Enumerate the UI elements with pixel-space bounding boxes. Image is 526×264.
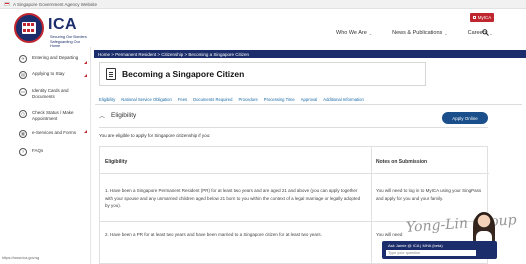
chat-input[interactable]: Type your question <box>386 250 476 256</box>
sidebar-item-label: e-Services and Forms <box>32 130 77 135</box>
chevron-down-icon: ⌄ <box>368 30 373 36</box>
eligibility-accordion-header[interactable]: ︿ Eligibility <box>99 111 136 120</box>
chevron-down-icon: ⌄ <box>489 30 493 36</box>
chat-agent-name: Ask Jamie @ ICA | MHA (beta) <box>388 243 443 248</box>
chat-avatar[interactable] <box>473 212 495 242</box>
table-row-1-eligibility: 1. Have been a Singapore Permanent Resid… <box>105 188 361 208</box>
tab-documents-required[interactable]: Documents Required <box>193 97 232 102</box>
flag-marker-icon <box>84 130 87 133</box>
eligibility-intro: You are eligible to apply for Singapore … <box>99 133 211 138</box>
tab-procedure[interactable]: Procedure <box>238 97 257 102</box>
clock-icon: ◷ <box>19 110 27 118</box>
sidebar-item-label: Identity Cards and Documents <box>32 88 69 99</box>
search-icon[interactable] <box>482 29 489 36</box>
id-card-icon: ▭ <box>19 88 27 96</box>
breadcrumb-text[interactable]: Home > Permanent Resident > Citizenship … <box>98 52 249 57</box>
tab-additional-information[interactable]: Additional Information <box>323 97 364 102</box>
sidebar-item-check-status[interactable]: ◷ Check Status / Make Appointment <box>0 110 82 121</box>
tab-approval[interactable]: Approval <box>301 97 318 102</box>
apply-online-button[interactable]: Apply Online <box>442 112 488 124</box>
tabs-divider <box>95 104 522 105</box>
nav-who-we-are-label: Who We Are <box>336 30 367 36</box>
sidebar-item-label: Applying to Stay <box>32 71 65 76</box>
sidebar-item-identity-cards[interactable]: ▭ Identity Cards and Documents <box>0 88 80 99</box>
column-header-eligibility: Eligibility <box>105 159 128 165</box>
myica-button[interactable]: MyICA <box>470 13 494 22</box>
form-icon: ▦ <box>19 130 27 138</box>
table-row-2-eligibility: 2. Have been a PR for at least two years… <box>105 232 322 237</box>
header-row-divider <box>100 173 489 174</box>
myica-label: MyICA <box>477 15 492 20</box>
sidebar-item-eservices[interactable]: ▦ e-Services and Forms <box>0 130 91 138</box>
column-header-notes: Notes on Submission <box>376 159 428 165</box>
sidebar-item-label: Check Status / Make Appointment <box>32 110 74 121</box>
document-icon: ▤ <box>19 71 27 79</box>
sidebar-item-applying-to-stay[interactable]: ▤ Applying to Stay <box>0 71 91 79</box>
tab-fees[interactable]: Fees <box>178 97 187 102</box>
page-title: Becoming a Singapore Citizen <box>122 69 245 79</box>
section-tabs: Eligibility National Service Obligation … <box>99 97 370 102</box>
breadcrumb[interactable]: Home > Permanent Resident > Citizenship … <box>94 50 526 58</box>
lock-icon <box>472 16 476 19</box>
plane-icon: ✈ <box>19 55 27 63</box>
sidebar-item-label: FAQs <box>32 148 44 153</box>
singapore-flag-icon <box>4 2 10 6</box>
nav-who-we-are[interactable]: Who We Are ⌄ <box>336 30 372 36</box>
question-icon: ? <box>19 148 27 156</box>
gov-banner: A Singapore Government Agency Website <box>0 0 526 9</box>
flag-marker-icon <box>84 74 87 77</box>
flag-marker-icon <box>84 61 87 64</box>
column-divider <box>371 147 372 264</box>
sidebar: ✈ Entering and Departing ▤ Applying to S… <box>0 47 91 264</box>
logo-text[interactable]: ICA <box>48 16 77 34</box>
tab-national-service[interactable]: National Service Obligation <box>121 97 172 102</box>
certificate-icon <box>106 68 116 80</box>
table-row-1-notes: You will need to log in to MyICA using y… <box>376 188 482 201</box>
eligibility-divider <box>99 127 488 128</box>
chevron-down-icon: ⌄ <box>444 30 448 36</box>
status-bar-url: https://www.ica.gov.sg <box>2 256 40 260</box>
chevron-up-icon: ︿ <box>99 114 106 120</box>
tab-eligibility[interactable]: Eligibility <box>99 97 115 102</box>
tab-processing-time[interactable]: Processing Time <box>264 97 295 102</box>
page-title-box: Becoming a Singapore Citizen <box>99 62 426 86</box>
gov-banner-text: A Singapore Government Agency Website <box>13 1 97 7</box>
sidebar-item-faqs[interactable]: ? FAQs <box>0 148 91 156</box>
sidebar-item-label: Entering and Departing <box>32 55 79 60</box>
eligibility-title: Eligibility <box>111 112 137 119</box>
ica-logo-icon[interactable] <box>14 13 44 43</box>
nav-news-label: News & Publications <box>392 30 443 36</box>
nav-news-publications[interactable]: News & Publications ⌄ <box>392 30 448 36</box>
site-header: ICA Securing Our Borders Safeguarding Ou… <box>0 9 526 48</box>
sidebar-item-entering-departing[interactable]: ✈ Entering and Departing <box>0 55 91 64</box>
